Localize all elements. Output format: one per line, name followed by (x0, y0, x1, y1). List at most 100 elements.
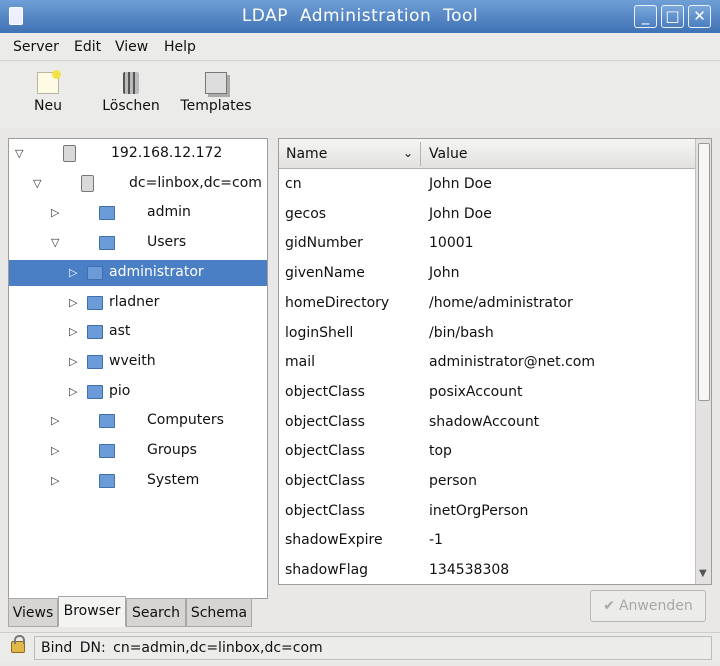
menu-edit[interactable]: Edit (74, 39, 101, 55)
expand-arrow-icon[interactable]: ▷ (69, 266, 79, 279)
table-row[interactable]: shadowFlag 134538308 (279, 556, 695, 584)
attribute-name: givenName (285, 265, 365, 282)
new-entry-icon (37, 70, 61, 94)
delete-button[interactable]: Löschen (98, 72, 164, 114)
attribute-name: objectClass (285, 473, 365, 489)
folder-icon (99, 206, 115, 221)
menu-server[interactable]: Server (13, 39, 59, 55)
tab-views[interactable]: Views (8, 598, 58, 627)
tree-node[interactable]: ▷ administrator (9, 259, 267, 286)
tree-node[interactable]: ▷ wveith (9, 349, 267, 375)
table-row[interactable]: mail administrator@net.com (279, 348, 695, 378)
attribute-name: shadowFlag (285, 562, 369, 579)
table-row[interactable]: objectClass inetOrgPerson (279, 497, 695, 527)
attribute-name: gecos (285, 205, 327, 222)
tree-node[interactable]: ▷ pio (9, 379, 267, 405)
attribute-value[interactable]: -1 (429, 532, 443, 548)
window-title: LDAP Administration Tool (241, 6, 479, 26)
attribute-value[interactable]: inetOrgPerson (429, 503, 528, 519)
folder-icon (99, 236, 115, 251)
attribute-value[interactable]: posixAccount (429, 384, 522, 400)
folder-icon (87, 384, 103, 399)
tab-schema[interactable]: Schema (186, 598, 252, 627)
tab-search[interactable]: Search (126, 598, 186, 627)
table-row[interactable]: gidNumber 10001 (279, 229, 695, 259)
collapse-arrow-icon[interactable]: ▽ (33, 177, 43, 190)
table-row[interactable]: shadowExpire -1 (279, 526, 695, 556)
tree-node-label: Groups (147, 442, 197, 458)
tree-node[interactable]: ▽ dc=linbox,dc=com (9, 171, 267, 197)
scrollbar-thumb[interactable] (698, 143, 710, 401)
ldap-tree[interactable]: ▽ 192.168.12.172 ▽ dc=linbox,dc=com ▷ admin ▽ U… (8, 138, 268, 599)
expand-arrow-icon[interactable]: ▷ (51, 207, 61, 219)
attribute-value[interactable]: John (429, 265, 459, 281)
table-row[interactable]: loginShell/bin/bash (279, 319, 695, 349)
tree-node[interactable]: ▷ admin (9, 200, 267, 226)
expand-arrow-icon[interactable]: ▷ (69, 326, 79, 338)
attribute-table-header: Name ⌄ Value (279, 139, 695, 169)
table-row[interactable]: objectClass top (279, 437, 695, 467)
apply-button[interactable]: ✔ Anwenden (590, 590, 706, 622)
expand-arrow-icon[interactable]: ▷ (69, 355, 79, 368)
new-button[interactable]: Neu (28, 70, 68, 114)
tab-browser[interactable]: Browser (58, 596, 126, 627)
expand-arrow-icon[interactable]: ▷ (51, 445, 61, 457)
collapse-arrow-icon[interactable]: ▽ (15, 148, 25, 160)
new-button-label: Neu (34, 98, 62, 114)
table-row[interactable]: gecos John Doe (279, 200, 695, 230)
attribute-value[interactable]: administrator@net.com (429, 354, 595, 370)
attribute-value[interactable]: 10001 (429, 235, 474, 251)
close-button[interactable]: ✕ (688, 5, 711, 28)
table-row[interactable]: givenName John (279, 259, 695, 289)
table-row[interactable]: cn John Doe (279, 170, 695, 200)
attribute-value[interactable]: /home/administrator (429, 295, 573, 311)
collapse-arrow-icon[interactable]: ▽ (51, 237, 61, 249)
status-bar: Bind DN: cn=admin,dc=linbox,dc=com (0, 632, 720, 662)
maximize-button[interactable]: □ (661, 5, 684, 28)
table-row[interactable]: objectClass shadowAccount (279, 408, 695, 438)
tree-node[interactable]: ▽ Users (9, 230, 267, 256)
attribute-name: objectClass (285, 383, 365, 400)
attribute-value[interactable]: /bin/bash (429, 325, 494, 341)
table-row[interactable]: objectClass person (279, 467, 695, 497)
column-value-header[interactable]: Value (429, 146, 467, 162)
folder-icon (87, 265, 103, 280)
tree-node-label: dc=linbox,dc=com (129, 174, 262, 191)
table-row[interactable]: objectClass posixAccount (279, 378, 695, 408)
tree-node[interactable]: ▷ Groups (9, 438, 267, 464)
attribute-table: Name ⌄ Value cn John Doe gecos John Doe gidN… (278, 138, 712, 585)
expand-arrow-icon[interactable]: ▷ (51, 474, 61, 487)
attribute-value[interactable]: 134538308 (429, 562, 509, 578)
attribute-value[interactable]: John Doe (429, 206, 492, 222)
menu-bar: Server Edit View Help (0, 33, 720, 61)
scroll-down-icon[interactable]: ▼ (699, 568, 707, 579)
templates-button[interactable]: Templates (178, 72, 254, 114)
column-name-header[interactable]: Name (286, 146, 327, 162)
minimize-button[interactable]: _ (634, 5, 657, 28)
attribute-name: objectClass (285, 502, 365, 519)
tree-node[interactable]: ▷ Computers (9, 408, 267, 434)
attribute-value[interactable]: top (429, 443, 452, 459)
check-icon: ✔ (603, 598, 615, 614)
tree-node-label: 192.168.12.172 (111, 145, 223, 161)
tree-node[interactable]: ▷ rladner (9, 290, 267, 316)
folder-icon (87, 295, 103, 310)
expand-arrow-icon[interactable]: ▷ (69, 296, 79, 309)
tree-node[interactable]: ▷ ast (9, 319, 267, 345)
attribute-value[interactable]: shadowAccount (429, 414, 539, 430)
attribute-value[interactable]: John Doe (429, 176, 492, 192)
menu-view[interactable]: View (115, 39, 148, 55)
folder-icon (99, 444, 115, 458)
expand-arrow-icon[interactable]: ▷ (69, 385, 79, 398)
menu-help[interactable]: Help (164, 39, 196, 55)
tree-node[interactable]: ▽ 192.168.12.172 (9, 141, 267, 167)
attribute-value[interactable]: person (429, 473, 477, 489)
chevron-down-icon[interactable]: ⌄ (403, 146, 413, 160)
column-separator[interactable] (420, 142, 421, 166)
attribute-name: mail (285, 354, 315, 371)
table-row[interactable]: homeDirectory/home/administrator (279, 289, 695, 319)
tree-node[interactable]: ▷ System (9, 468, 267, 494)
vertical-scrollbar[interactable]: ▼ (695, 139, 711, 584)
expand-arrow-icon[interactable]: ▷ (51, 415, 61, 427)
title-bar[interactable]: LDAP Administration Tool _ □ ✕ (0, 0, 720, 33)
